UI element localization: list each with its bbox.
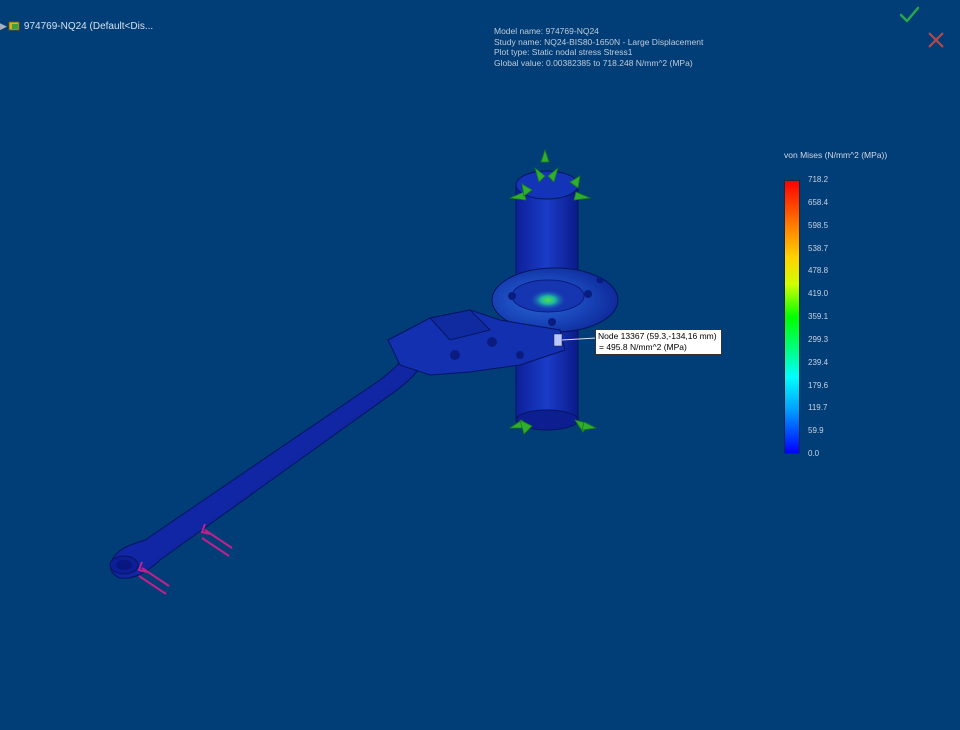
checkmark-icon[interactable] <box>898 5 920 25</box>
legend-color-bar <box>784 180 800 454</box>
legend-tick-label: 59.9 <box>808 426 824 436</box>
legend-tick-label: 718.2 <box>808 175 829 184</box>
close-icon[interactable] <box>926 30 946 50</box>
probe-result-label[interactable]: Node 13367 (59.3,-134,16 mm) = 495.8 N/m… <box>595 329 722 355</box>
legend-tick-label: 299.3 <box>808 334 829 344</box>
legend-tick-label: 658.4 <box>808 197 829 207</box>
model-name: Model name: 974769-NQ24 <box>494 26 599 36</box>
probe-value: = 495.8 N/mm^2 (MPa) <box>599 342 687 352</box>
plot-type: Plot type: Static nodal stress Stress1 <box>494 47 633 57</box>
legend-tick-label: 598.5 <box>808 220 829 230</box>
feature-tree-label[interactable]: 974769-NQ24 (Default<Dis... <box>24 21 153 32</box>
legend-tick-label: 0.0 <box>808 449 820 458</box>
global-value: Global value: 0.00382385 to 718.248 N/mm… <box>494 57 693 68</box>
legend-tick-label: 119.7 <box>808 403 828 413</box>
study-name: Study name: NQ24-BIS80-1650N - Large Dis… <box>494 36 704 47</box>
probe-node: Node 13367 (59.3,-134,16 mm) <box>598 331 717 341</box>
legend-tick-label: 239.4 <box>808 357 829 367</box>
legend-title: von Mises (N/mm^2 (MPa)) <box>784 150 888 160</box>
lever-arm <box>109 344 431 579</box>
expand-arrow-icon[interactable]: ▶ <box>0 21 7 32</box>
legend-tick-label: 359.1 <box>808 312 829 321</box>
part-icon <box>8 21 20 31</box>
legend-tick-label: 538.7 <box>808 243 829 253</box>
legend-tick-label: 419.0 <box>808 289 829 299</box>
study-info: Model name: 974769-NQ24 Study name: NQ24… <box>494 26 703 68</box>
legend-tick-label: 179.6 <box>808 380 829 390</box>
stress-legend[interactable]: von Mises (N/mm^2 (MPa)) 718.2 658.4 598.5… <box>784 150 904 460</box>
legend-tick-label: 478.8 <box>808 266 829 276</box>
feature-tree-header[interactable]: ▶ 974769-NQ24 (Default<Dis... <box>0 18 153 34</box>
